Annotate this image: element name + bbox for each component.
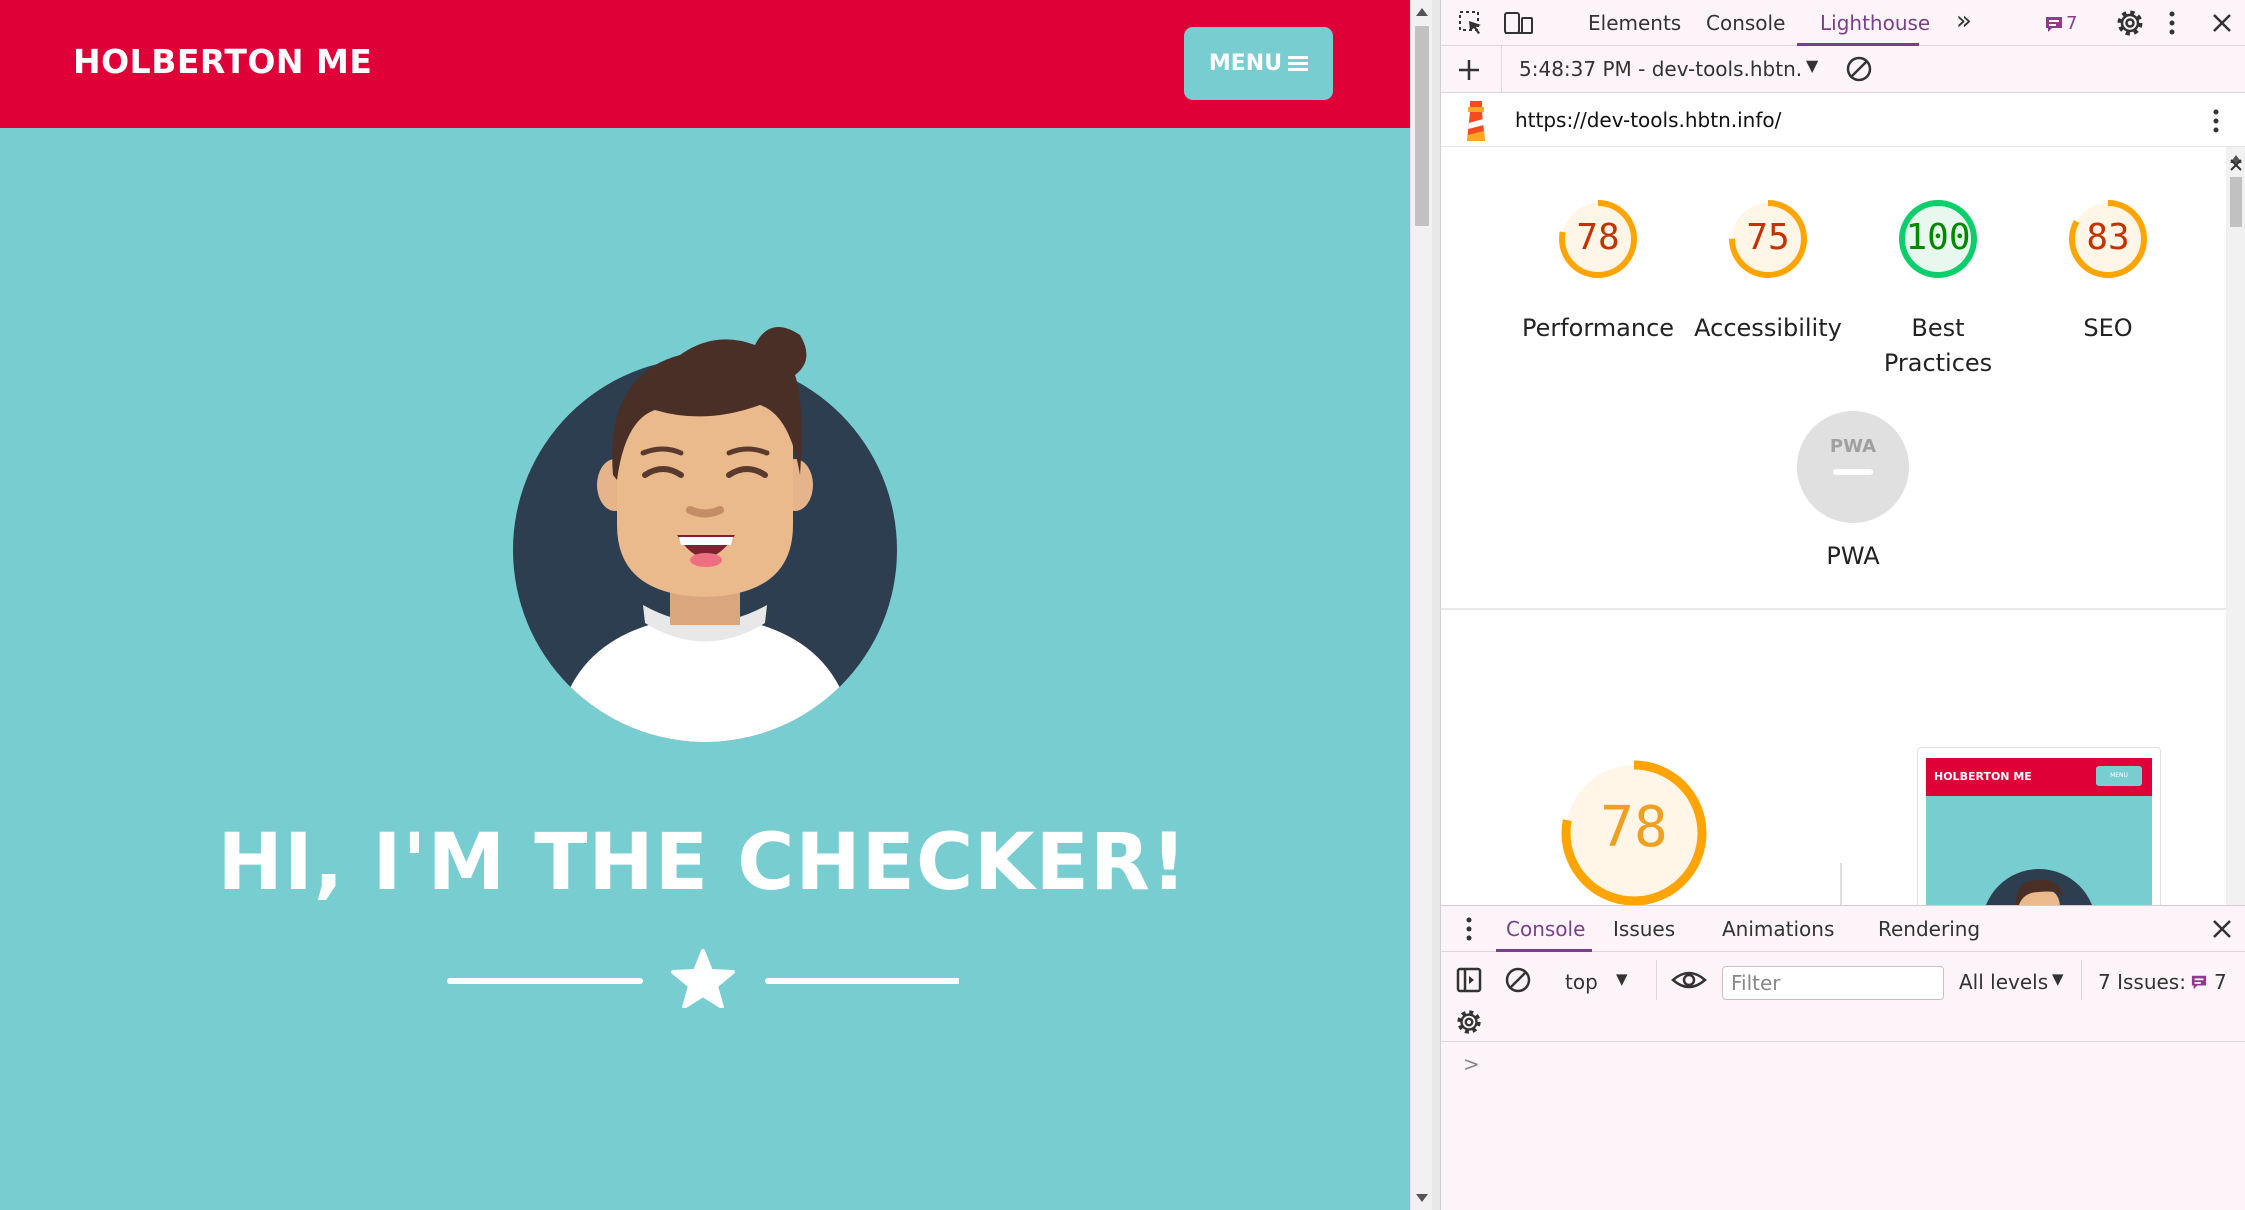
menu-button[interactable]: MENU [1184,27,1333,100]
console-filter-input[interactable] [1722,966,1944,1000]
thumbnail-body [1926,796,2152,905]
tab-elements[interactable]: Elements [1588,11,1681,35]
drawer-tab-rendering[interactable]: Rendering [1878,917,1980,941]
clear-reports-icon[interactable] [1845,55,1873,83]
gauge-score: 78 [1576,217,1620,258]
more-tabs-chevron-icon[interactable]: » [1956,6,1972,36]
log-levels-select[interactable]: All levels [1959,970,2048,994]
gauge-score: 75 [1746,217,1790,258]
settings-gear-icon[interactable] [2115,8,2145,38]
close-drawer-icon[interactable] [2211,918,2233,940]
gauge-label: Accessibility [1694,314,1842,342]
gauge-label: Best Practices [1883,314,1993,377]
report-url[interactable]: https://dev-tools.hbtn.info/ [1515,108,1781,132]
close-devtools-icon[interactable] [2211,12,2233,34]
live-expression-eye-icon[interactable] [1671,966,1707,994]
thumbnail-header: HOLBERTON ME MENU [1926,758,2152,796]
pwa-badge-icon: PWA [1797,411,1909,523]
close-report-icon[interactable] [2229,158,2243,172]
drawer-menu-icon[interactable] [1465,916,1473,942]
issues-badge-icon[interactable] [2190,974,2208,990]
big-gauge-score: 78 [1600,795,1668,860]
drawer-tab-issues[interactable]: Issues [1613,917,1675,941]
tab-lighthouse[interactable]: Lighthouse [1820,11,1930,35]
report-scrollbar[interactable] [2226,147,2245,905]
report-select[interactable]: 5:48:37 PM - dev-tools.hbtn.info [1519,57,1804,81]
levels-caret-icon[interactable]: ▼ [2052,970,2064,988]
scrollbar-thumb[interactable] [1415,26,1429,226]
issues-badge-count[interactable]: 7 [2214,970,2227,994]
devtools-resize-gutter[interactable] [1432,0,1440,1210]
star-divider [447,949,959,1008]
dropdown-caret-icon[interactable]: ▼ [1806,56,1818,75]
thumbnail-avatar [1986,869,2092,905]
issues-count[interactable]: 7 [2066,13,2077,34]
drawer-tab-console[interactable]: Console [1506,917,1585,941]
context-selector[interactable]: top [1565,970,1598,994]
report-divider-line [1840,863,1842,905]
clear-console-icon[interactable] [1504,966,1532,994]
thumbnail-brand: HOLBERTON ME [1934,770,2032,783]
gauge-score: 83 [2086,217,2130,258]
console-drawer: Console Issues Animations Rendering top … [1441,905,2245,1210]
tab-console[interactable]: Console [1706,11,1785,35]
issues-icon[interactable] [2044,15,2064,33]
drawer-tab-animations[interactable]: Animations [1722,917,1834,941]
drawer-tabs: Console Issues Animations Rendering [1441,906,2245,952]
sidebar-toggle-icon[interactable] [1455,966,1483,994]
scroll-down-arrow-icon[interactable] [1416,1194,1428,1202]
more-options-icon[interactable] [2167,9,2177,37]
gauge-label: PWA [1826,542,1880,570]
gauge-pwa[interactable]: PWA PWA [1768,409,1938,574]
report-menu-icon[interactable] [2211,107,2221,135]
report-url-bar: https://dev-tools.hbtn.info/ [1441,93,2245,147]
scrollbar-thumb[interactable] [2230,177,2242,227]
page-screenshot-thumbnail[interactable]: HOLBERTON ME MENU [1917,747,2161,905]
console-settings-gear-icon[interactable] [1455,1008,1483,1036]
site-header: HOLBERTON ME MENU [0,0,1410,128]
console-toolbar: top ▼ All levels ▼ 7 Issues: 7 [1441,952,2245,1042]
gauge-accessibility[interactable]: 75 Accessibility [1683,181,1853,346]
website-viewport: HOLBERTON ME MENU HI, I'M THE CHECKER! [0,0,1410,1210]
gauge-performance[interactable]: 78 Performance [1513,181,1683,346]
scroll-up-arrow-icon[interactable] [1416,8,1428,16]
menu-button-label: MENU [1208,51,1283,76]
new-report-plus-icon[interactable] [1455,56,1483,84]
gauge-seo[interactable]: 83 SEO [2023,181,2193,346]
devtools-main-toolbar: Elements Console Lighthouse » 7 [1441,0,2245,46]
thumbnail-menu: MENU [2096,766,2142,786]
avatar-illustration [513,327,897,742]
context-caret-icon[interactable]: ▼ [1616,970,1628,988]
lighthouse-report: 78 Performance 75 Accessibility 100 Best… [1441,147,2226,905]
hamburger-icon [1288,55,1309,72]
hero-title: HI, I'M THE CHECKER! [217,818,1188,908]
inspect-element-icon[interactable] [1457,9,1485,37]
issues-label[interactable]: 7 Issues: [2098,970,2186,994]
site-brand[interactable]: HOLBERTON ME [73,42,372,81]
gauge-label: Performance [1521,314,1675,342]
pwa-badge-text: PWA [1830,436,1876,457]
devtools-panel: Elements Console Lighthouse » 7 5:48:37 … [1440,0,2245,1210]
gauge-score: 100 [1905,217,1971,258]
console-prompt[interactable]: > [1463,1052,1480,1076]
lighthouse-logo-icon [1467,101,1485,141]
report-separator [1441,608,2226,610]
star-icon [671,949,735,1008]
lighthouse-toolbar: 5:48:37 PM - dev-tools.hbtn.info ▼ [1441,46,2245,93]
gauge-label: SEO [2083,314,2133,342]
device-toolbar-icon[interactable] [1503,9,1535,37]
page-scrollbar[interactable] [1410,0,1432,1210]
gauge-best-practices[interactable]: 100 Best Practices [1853,181,2023,381]
